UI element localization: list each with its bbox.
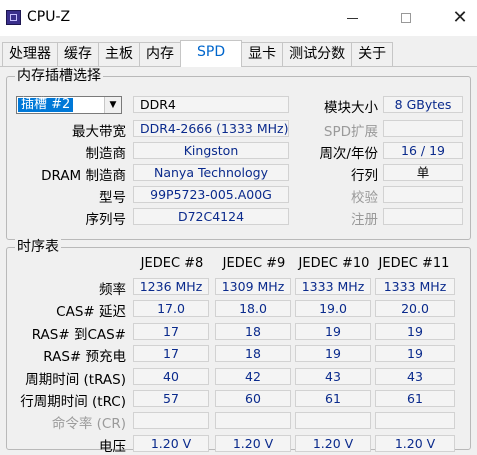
manufacturer-field: Kingston xyxy=(133,142,289,159)
module-size-label: 模块大小 xyxy=(324,100,378,116)
close-button[interactable]: ✕ xyxy=(437,0,477,36)
timing-value-cell: 19 xyxy=(295,323,371,340)
timing-value-cell: 40 xyxy=(133,368,209,385)
memory-slot-group: 内存插槽选择 插槽 #2 ▼ DDR4 最大带宽 DDR4-2666 (1333… xyxy=(6,68,471,240)
chevron-down-icon: ▼ xyxy=(104,97,121,113)
max-bandwidth-field: DDR4-2666 (1333 MHz) xyxy=(133,120,289,137)
timing-row-label: 周期时间 (tRAS) xyxy=(25,372,126,388)
tab-graphics[interactable]: 显卡 xyxy=(241,42,284,66)
slot-selected-value: 插槽 #2 xyxy=(18,98,74,112)
spd-ext-field xyxy=(383,120,463,137)
tab-cpu[interactable]: 处理器 xyxy=(2,42,58,66)
maximize-button[interactable] xyxy=(383,0,429,36)
timing-value-cell: 18.0 xyxy=(215,300,291,317)
timing-value-cell: 17 xyxy=(133,345,209,362)
rank-field: 单 xyxy=(383,164,463,181)
tab-bench[interactable]: 测试分数 xyxy=(282,42,353,66)
spd-panel: 内存插槽选择 插槽 #2 ▼ DDR4 最大带宽 DDR4-2666 (1333… xyxy=(0,66,477,455)
timings-group-title: 时序表 xyxy=(15,239,61,255)
timing-row-label: RAS# 到CAS# xyxy=(31,327,126,343)
timing-row-label: 频率 xyxy=(99,282,126,298)
memory-slot-group-title: 内存插槽选择 xyxy=(15,68,103,84)
rank-label: 行列 xyxy=(351,168,378,184)
minimize-button[interactable] xyxy=(329,0,375,36)
tab-about[interactable]: 关于 xyxy=(351,42,394,66)
timing-column-header: JEDEC #9 xyxy=(222,256,286,271)
tab-bar: 处理器 缓存 主板 内存 SPD 显卡 测试分数 关于 xyxy=(2,40,394,67)
timing-value-cell: 18 xyxy=(215,323,291,340)
timing-row-label: 电压 xyxy=(99,439,126,455)
tab-mainboard[interactable]: 主板 xyxy=(98,42,140,66)
timing-row-label: CAS# 延迟 xyxy=(56,304,126,320)
registered-label: 注册 xyxy=(351,212,378,228)
timing-value-cell: 1.20 V xyxy=(215,435,291,452)
memory-type-field: DDR4 xyxy=(133,96,289,113)
timing-value-cell: 18 xyxy=(215,345,291,362)
registered-field xyxy=(383,208,463,225)
timing-value-cell: 61 xyxy=(295,390,371,407)
dram-manufacturer-label: DRAM 制造商 xyxy=(41,168,126,184)
timing-value-cell: 19 xyxy=(295,345,371,362)
timing-row-label: RAS# 预充电 xyxy=(43,349,126,365)
timing-value-cell: 1333 MHz xyxy=(375,278,455,295)
timing-value-cell: 43 xyxy=(375,368,455,385)
timings-group: 时序表 JEDEC #8 JEDEC #9 JEDEC #10 JEDEC #1… xyxy=(6,239,471,455)
timing-value-cell: 61 xyxy=(375,390,455,407)
timing-value-cell: 42 xyxy=(215,368,291,385)
timing-value-cell: 1.20 V xyxy=(295,435,371,452)
timing-value-cell: 1.20 V xyxy=(375,435,455,452)
timing-value-cell xyxy=(295,412,371,429)
tab-spd[interactable]: SPD xyxy=(180,40,243,67)
timing-value-cell xyxy=(215,412,291,429)
module-size-field: 8 GBytes xyxy=(383,96,463,113)
timing-value-cell: 1309 MHz xyxy=(215,278,291,295)
spd-ext-label: SPD扩展 xyxy=(323,124,378,140)
week-year-field: 16 / 19 xyxy=(383,142,463,159)
manufacturer-label: 制造商 xyxy=(85,146,127,162)
correction-label: 校验 xyxy=(351,190,378,206)
tab-caches[interactable]: 缓存 xyxy=(57,42,99,66)
max-bandwidth-label: 最大带宽 xyxy=(72,124,126,140)
correction-field xyxy=(383,186,463,203)
timing-value-cell: 57 xyxy=(133,390,209,407)
timing-value-cell: 19.0 xyxy=(295,300,371,317)
cpu-z-app-icon xyxy=(6,10,21,25)
part-number-label: 型号 xyxy=(99,190,126,206)
slot-dropdown[interactable]: 插槽 #2 ▼ xyxy=(16,96,122,114)
timing-value-cell: 20.0 xyxy=(375,300,455,317)
timing-value-cell: 17.0 xyxy=(133,300,209,317)
timing-column-header: JEDEC #10 xyxy=(298,256,370,271)
timing-value-cell xyxy=(133,412,209,429)
serial-number-label: 序列号 xyxy=(85,212,127,228)
timing-value-cell: 17 xyxy=(133,323,209,340)
timing-value-cell xyxy=(375,412,455,429)
timing-value-cell: 1.20 V xyxy=(133,435,209,452)
timing-value-cell: 60 xyxy=(215,390,291,407)
timing-value-cell: 1333 MHz xyxy=(295,278,371,295)
title-bar: CPU-Z ✕ xyxy=(0,0,477,36)
part-number-field: 99P5723-005.A00G xyxy=(133,186,289,203)
timing-value-cell: 19 xyxy=(375,345,455,362)
dram-manufacturer-field: Nanya Technology xyxy=(133,164,289,181)
serial-number-field: D72C4124 xyxy=(133,208,289,225)
timing-row-label: 命令率 (CR) xyxy=(51,416,126,432)
timing-column-header: JEDEC #11 xyxy=(378,256,450,271)
close-icon: ✕ xyxy=(452,7,468,28)
tab-memory[interactable]: 内存 xyxy=(139,42,181,66)
minimize-icon xyxy=(346,17,358,19)
timing-value-cell: 43 xyxy=(295,368,371,385)
timing-value-cell: 1236 MHz xyxy=(133,278,209,295)
timing-column-header: JEDEC #8 xyxy=(140,256,204,271)
week-year-label: 周次/年份 xyxy=(319,146,378,162)
window-title: CPU-Z xyxy=(27,9,71,25)
timing-value-cell: 19 xyxy=(375,323,455,340)
maximize-icon xyxy=(401,13,411,23)
timing-row-label: 行周期时间 (tRC) xyxy=(20,394,126,410)
